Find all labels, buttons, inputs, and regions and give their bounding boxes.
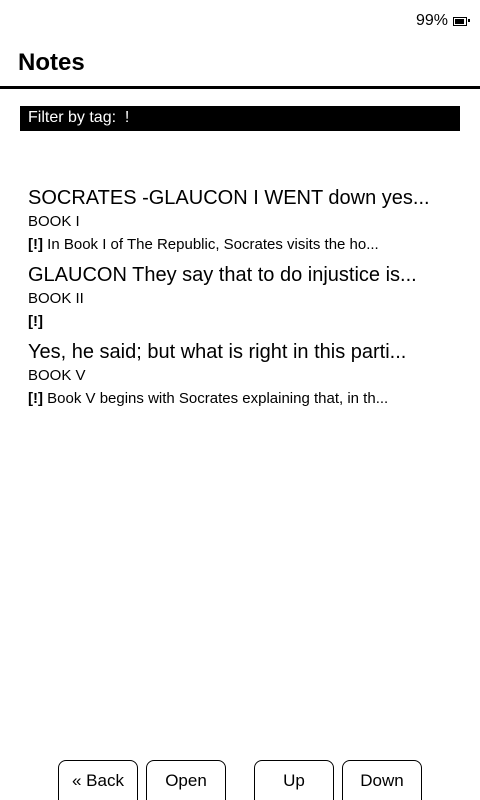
up-button[interactable]: Up bbox=[254, 760, 334, 800]
battery-icon bbox=[453, 16, 470, 26]
note-item[interactable]: Yes, he said; but what is right in this … bbox=[28, 338, 458, 415]
note-item[interactable]: GLAUCON They say that to do injustice is… bbox=[28, 261, 458, 338]
battery-percentage: 99% bbox=[415, 12, 448, 29]
title-divider bbox=[0, 86, 480, 89]
note-tag: [!] bbox=[28, 390, 43, 407]
note-chapter: BOOK V bbox=[28, 367, 86, 384]
note-title: Yes, he said; but what is right in this … bbox=[28, 341, 407, 363]
tag-filter-bar[interactable]: Filter by tag: ! bbox=[20, 106, 460, 130]
bottom-button-bar: « Back Open Up Down bbox=[0, 760, 480, 800]
note-excerpt: In Book I of The Republic, Socrates visi… bbox=[43, 236, 379, 253]
note-text: [!] In Book I of The Republic, Socrates … bbox=[28, 232, 458, 258]
note-tag: [!] bbox=[28, 313, 43, 330]
note-title: SOCRATES -GLAUCON I WENT down yes... bbox=[28, 187, 430, 209]
note-chapter: BOOK II bbox=[28, 290, 84, 307]
open-button[interactable]: Open bbox=[146, 760, 226, 800]
down-button[interactable]: Down bbox=[342, 760, 422, 800]
note-text: [!] bbox=[28, 309, 458, 335]
notes-list: SOCRATES -GLAUCON I WENT down yes... BOO… bbox=[28, 184, 458, 415]
back-button[interactable]: « Back bbox=[58, 760, 138, 800]
note-item[interactable]: SOCRATES -GLAUCON I WENT down yes... BOO… bbox=[28, 184, 458, 261]
note-tag: [!] bbox=[28, 236, 43, 253]
note-chapter: BOOK I bbox=[28, 213, 80, 230]
filter-divider bbox=[20, 130, 460, 131]
note-title: GLAUCON They say that to do injustice is… bbox=[28, 264, 417, 286]
note-text: [!] Book V begins with Socrates explaini… bbox=[28, 386, 458, 412]
status-bar: 99% bbox=[415, 11, 470, 31]
note-excerpt: Book V begins with Socrates explaining t… bbox=[43, 390, 389, 407]
page-title: Notes bbox=[18, 49, 85, 76]
